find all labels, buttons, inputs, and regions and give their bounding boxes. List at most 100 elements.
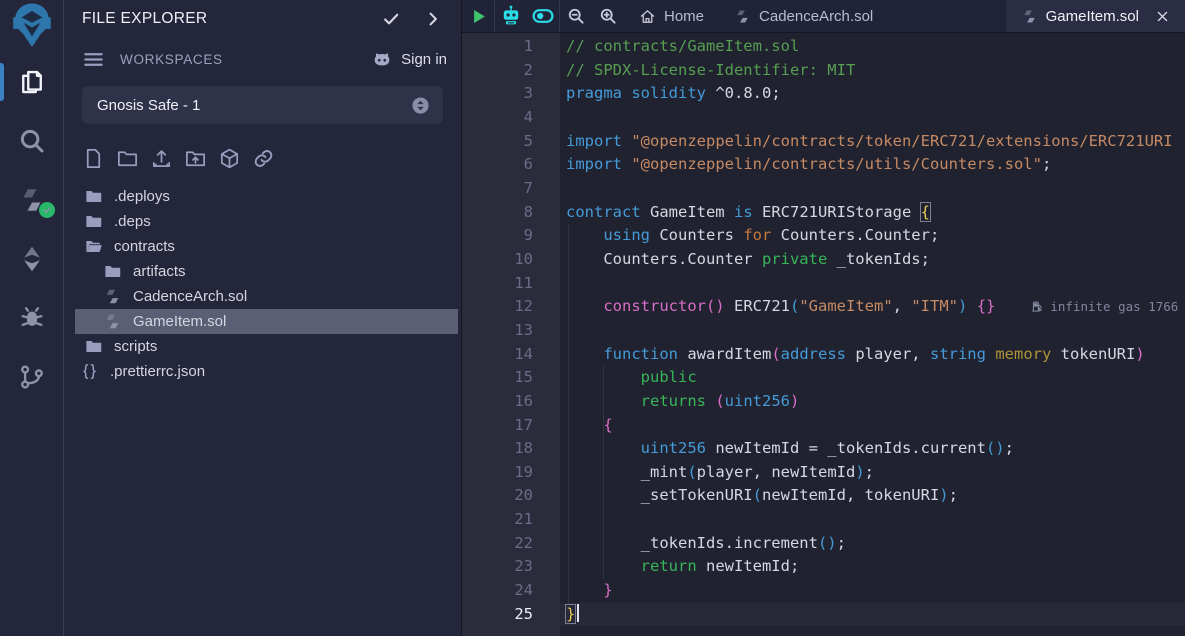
check-icon[interactable] (381, 9, 401, 29)
tree-item-label: .deploys (114, 188, 170, 205)
line-number[interactable]: 15 (462, 366, 560, 390)
remix-ide-window: FILE EXPLORER WORKSPACES Sign in Gnosis … (0, 0, 1185, 636)
tree-item-prettierrc-json[interactable]: .prettierrc.json (64, 359, 461, 384)
line-number[interactable]: 7 (462, 177, 560, 201)
code-line-13[interactable] (566, 319, 1185, 343)
line-number[interactable]: 4 (462, 106, 560, 130)
code-line-15[interactable]: public (566, 366, 1185, 390)
tree-item-deps[interactable]: .deps (64, 209, 461, 234)
line-number[interactable]: 1 (462, 35, 560, 59)
line-number[interactable]: 14 (462, 343, 560, 367)
line-number[interactable]: 18 (462, 437, 560, 461)
code-line-9[interactable]: using Counters for Counters.Counter; (566, 224, 1185, 248)
folder-open-icon (84, 237, 103, 256)
code-line-12[interactable]: constructor() ERC721("GameItem", "ITM") … (566, 295, 1185, 319)
line-number[interactable]: 16 (462, 390, 560, 414)
line-number[interactable]: 12 (462, 295, 560, 319)
ai-assistant-icon (499, 4, 523, 28)
tree-item-deploys[interactable]: .deploys (64, 184, 461, 209)
line-number[interactable]: 11 (462, 272, 560, 296)
line-number[interactable]: 5 (462, 130, 560, 154)
new-file-button[interactable] (82, 147, 105, 170)
tree-item-gameitem-sol[interactable]: GameItem.sol (75, 309, 458, 334)
code-line-1[interactable]: // contracts/GameItem.sol (566, 35, 1185, 59)
chevron-right-icon[interactable] (423, 9, 443, 29)
line-number[interactable]: 2 (462, 59, 560, 83)
tab-label: CadenceArch.sol (759, 8, 873, 25)
line-number[interactable]: 6 (462, 153, 560, 177)
line-number[interactable]: 17 (462, 414, 560, 438)
run-button[interactable] (462, 0, 494, 32)
line-number[interactable]: 10 (462, 248, 560, 272)
activity-git-button[interactable] (0, 357, 63, 397)
tree-item-artifacts[interactable]: artifacts (64, 259, 461, 284)
code-line-14[interactable]: function awardItem(address player, strin… (566, 343, 1185, 367)
activity-solidity-compiler-button[interactable] (0, 180, 63, 220)
line-number[interactable]: 24 (462, 579, 560, 603)
tree-item-contracts[interactable]: contracts (64, 234, 461, 259)
tree-item-cadencearch-sol[interactable]: CadenceArch.sol (64, 284, 461, 309)
panel-header: FILE EXPLORER (64, 3, 461, 35)
code-line-6[interactable]: import "@openzeppelin/contracts/utils/Co… (566, 153, 1185, 177)
line-number[interactable]: 25 (462, 603, 560, 627)
line-number[interactable]: 21 (462, 508, 560, 532)
activity-deploy-run-button[interactable] (0, 239, 63, 279)
code-line-8[interactable]: contract GameItem is ERC721URIStorage { (566, 201, 1185, 225)
tab-cadencearch-sol[interactable]: CadenceArch.sol (719, 0, 888, 32)
line-number[interactable]: 19 (462, 461, 560, 485)
remix-logo-icon[interactable] (9, 2, 55, 48)
solidity-icon (103, 287, 122, 306)
link-button[interactable] (252, 147, 275, 170)
line-number[interactable]: 3 (462, 82, 560, 106)
code-line-22[interactable]: _tokenIds.increment(); (566, 532, 1185, 556)
code-line-24[interactable]: } (566, 579, 1185, 603)
code-line-17[interactable]: { (566, 414, 1185, 438)
upload-file-button[interactable] (150, 147, 173, 170)
code-line-19[interactable]: _mint(player, newItemId); (566, 461, 1185, 485)
code-line-4[interactable] (566, 106, 1185, 130)
code-line-11[interactable] (566, 272, 1185, 296)
code-line-16[interactable]: returns (uint256) (566, 390, 1185, 414)
activity-bar (0, 0, 64, 636)
code-line-2[interactable]: // SPDX-License-Identifier: MIT (566, 59, 1185, 83)
toggle-button[interactable] (527, 0, 559, 32)
zoom-out-button[interactable] (560, 0, 592, 32)
sign-in-button[interactable]: Sign in (371, 48, 447, 70)
cube-button[interactable] (218, 147, 241, 170)
activity-search-button[interactable] (0, 121, 63, 161)
panel-title: FILE EXPLORER (82, 10, 359, 28)
code-line-18[interactable]: uint256 newItemId = _tokenIds.current(); (566, 437, 1185, 461)
line-number[interactable]: 20 (462, 484, 560, 508)
tab-home[interactable]: Home (624, 0, 719, 32)
tab-gameitem-sol[interactable]: GameItem.sol (1006, 0, 1185, 32)
line-number[interactable]: 13 (462, 319, 560, 343)
line-number[interactable]: 9 (462, 224, 560, 248)
code-line-10[interactable]: Counters.Counter private _tokenIds; (566, 248, 1185, 272)
toggle-icon (531, 4, 555, 28)
line-number[interactable]: 23 (462, 555, 560, 579)
activity-file-explorer-button[interactable] (0, 62, 63, 102)
tree-item-scripts[interactable]: scripts (64, 334, 461, 359)
tab-label: GameItem.sol (1046, 8, 1139, 25)
code-line-23[interactable]: return newItemId; (566, 555, 1185, 579)
line-number[interactable]: 22 (462, 532, 560, 556)
zoom-in-button[interactable] (592, 0, 624, 32)
close-tab-icon[interactable] (1155, 9, 1170, 24)
zoom-in-icon (598, 6, 618, 26)
run-icon (469, 7, 488, 26)
code-line-21[interactable] (566, 508, 1185, 532)
code-line-20[interactable]: _setTokenURI(newItemId, tokenURI); (566, 484, 1185, 508)
ai-assistant-button[interactable] (495, 0, 527, 32)
code-line-3[interactable]: pragma solidity ^0.8.0; (566, 82, 1185, 106)
code-line-5[interactable]: import "@openzeppelin/contracts/token/ER… (566, 130, 1185, 154)
folder-icon (84, 337, 103, 356)
activity-debugger-button[interactable] (0, 298, 63, 338)
workspace-select[interactable]: Gnosis Safe - 1 (82, 86, 443, 124)
workspaces-menu-icon[interactable] (82, 48, 105, 71)
code-line-7[interactable] (566, 177, 1185, 201)
code-line-25[interactable]: } (566, 603, 1185, 627)
upload-folder-button[interactable] (184, 147, 207, 170)
line-number[interactable]: 8 (462, 201, 560, 225)
new-folder-button[interactable] (116, 147, 139, 170)
editor-area: HomeCadenceArch.solGameItem.sol 12345678… (462, 0, 1185, 636)
